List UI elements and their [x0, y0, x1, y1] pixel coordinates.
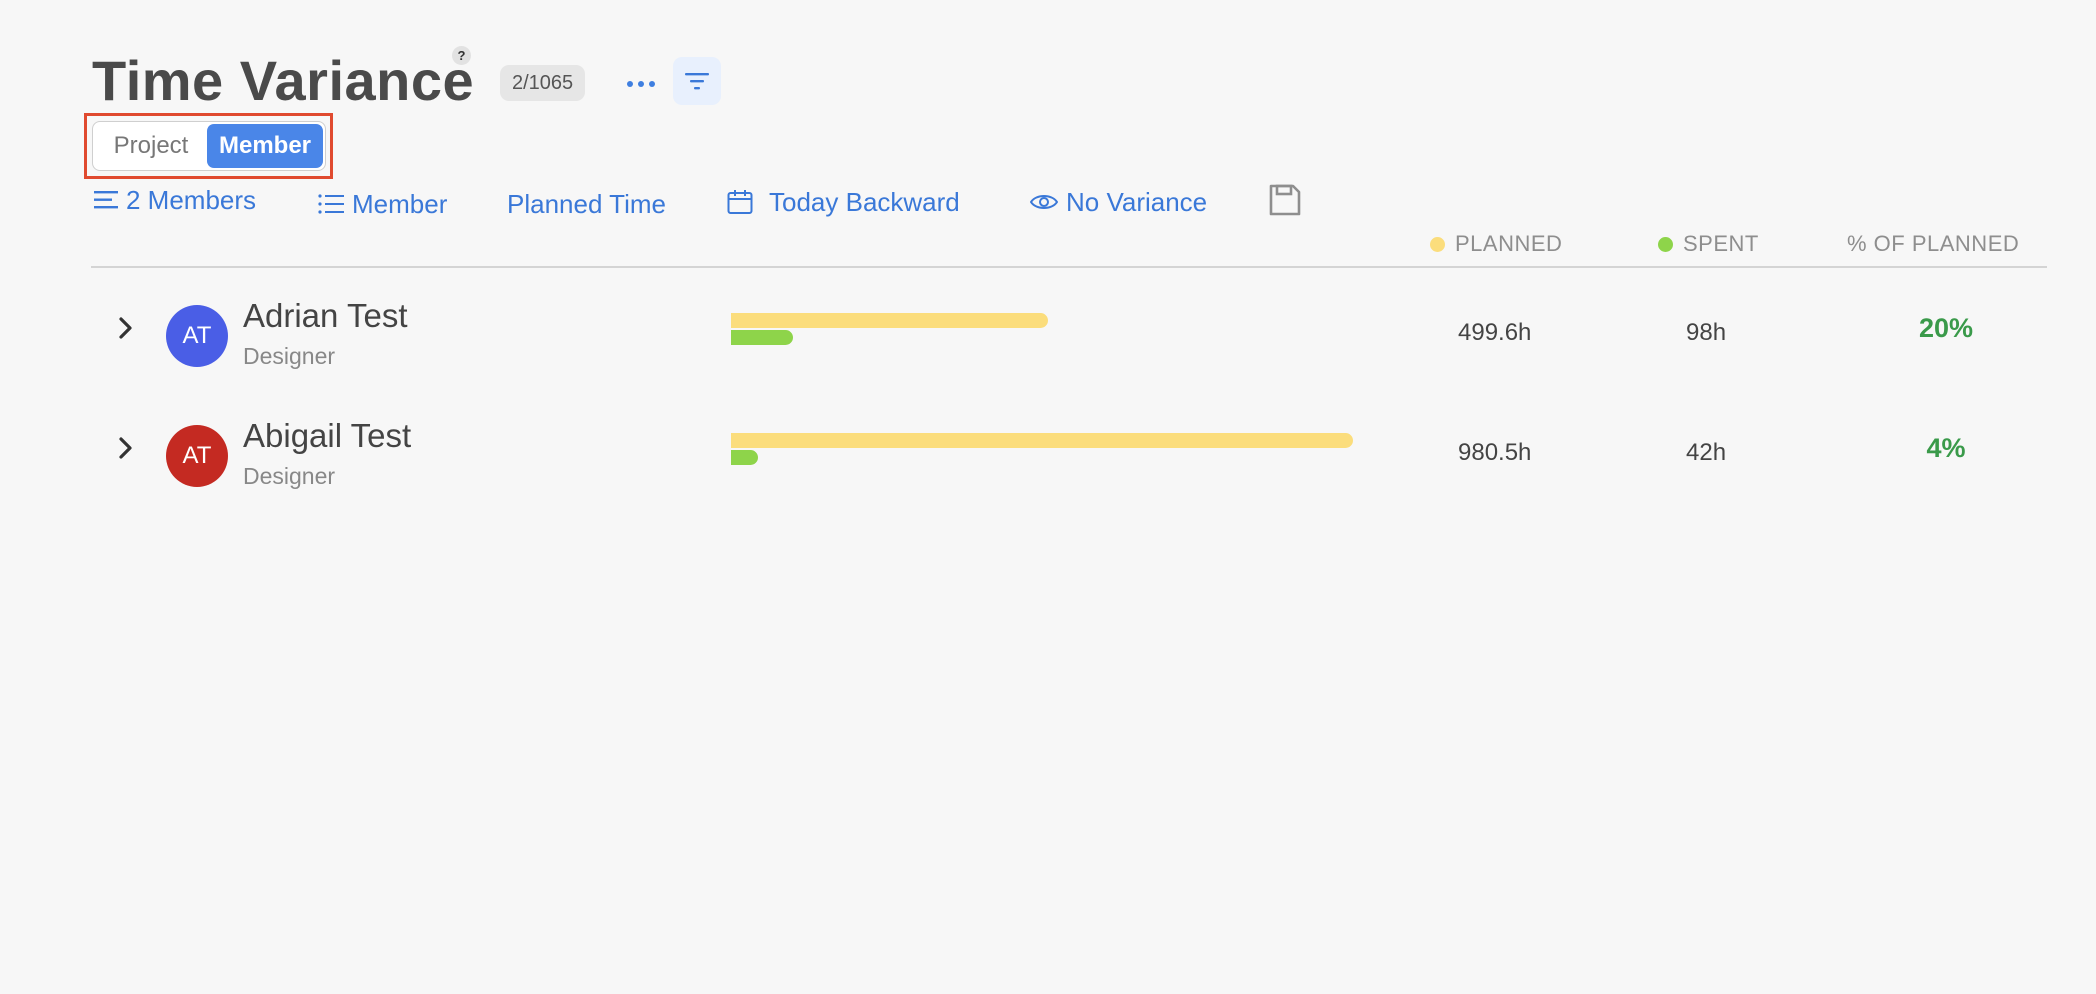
calendar-icon: [727, 190, 753, 214]
column-header-planned[interactable]: PLANNED: [1430, 230, 1562, 258]
spent-bar: [731, 330, 794, 345]
member-role: Designer: [243, 343, 336, 369]
save-view-button[interactable]: [1268, 183, 1302, 222]
date-range-label: Today Backward: [769, 186, 960, 217]
list-icon: [318, 194, 344, 214]
variance-label: No Variance: [1066, 186, 1208, 217]
members-filter[interactable]: 2 Members: [94, 180, 256, 220]
planned-legend-dot: [1430, 236, 1445, 252]
avatar[interactable]: AT: [166, 305, 228, 367]
chevron-right-icon: [119, 317, 132, 339]
page-title: Time Variance: [92, 49, 475, 112]
member-name[interactable]: Adrian Test: [243, 297, 407, 335]
eye-icon: [1030, 195, 1058, 209]
table-row: AT Abigail Test Designer 980.5h 42h 4%: [0, 417, 2096, 527]
date-range-filter[interactable]: Today Backward: [727, 182, 960, 222]
percent-of-planned: 4%: [1926, 433, 1966, 463]
planned-hours: 980.5h: [1458, 439, 1532, 466]
filter-button[interactable]: [673, 57, 721, 105]
planned-hours: 499.6h: [1458, 319, 1532, 346]
time-variance-page: Time Variance ? 2/1065 Project Member 2 …: [0, 0, 2096, 994]
count-badge: 2/1065: [500, 65, 586, 101]
filter-icon: [685, 73, 709, 90]
metric-label: Planned Time: [507, 188, 666, 219]
variance-bar: [731, 313, 1361, 349]
spent-hours: 42h: [1686, 439, 1727, 466]
avatar[interactable]: AT: [166, 425, 228, 487]
variance-filter[interactable]: No Variance: [1030, 182, 1207, 222]
chevron-right-icon: [119, 437, 132, 459]
toggle-option-project[interactable]: Project: [95, 124, 207, 168]
lines-icon: [94, 191, 118, 209]
member-role: Designer: [243, 463, 336, 489]
group-by-label: Member: [352, 188, 448, 219]
expand-row-button[interactable]: [118, 317, 134, 344]
metric-filter[interactable]: Planned Time: [507, 184, 666, 224]
help-icon[interactable]: ?: [452, 46, 471, 65]
planned-bar: [731, 313, 1048, 328]
spent-bar: [731, 450, 758, 465]
header-divider: [91, 266, 2047, 268]
more-options-button[interactable]: [620, 66, 662, 102]
variance-bar: [731, 433, 1361, 469]
expand-row-button[interactable]: [118, 437, 134, 464]
column-header-spent[interactable]: SPENT: [1658, 230, 1759, 258]
planned-bar: [731, 433, 1353, 448]
toggle-option-member[interactable]: Member: [207, 124, 323, 168]
members-filter-label: 2 Members: [126, 184, 257, 215]
view-toggle: Project Member: [92, 121, 326, 171]
spent-legend-dot: [1658, 236, 1673, 252]
member-name[interactable]: Abigail Test: [243, 417, 411, 455]
column-header-percent[interactable]: % OF PLANNED: [1847, 230, 2019, 258]
more-dots-icon: [627, 81, 633, 87]
group-by-filter[interactable]: Member: [318, 184, 447, 224]
table-row: AT Adrian Test Designer 499.6h 98h 20%: [0, 297, 2096, 407]
spent-hours: 98h: [1686, 319, 1727, 346]
percent-of-planned: 20%: [1918, 313, 1974, 343]
save-icon: [1269, 184, 1301, 216]
